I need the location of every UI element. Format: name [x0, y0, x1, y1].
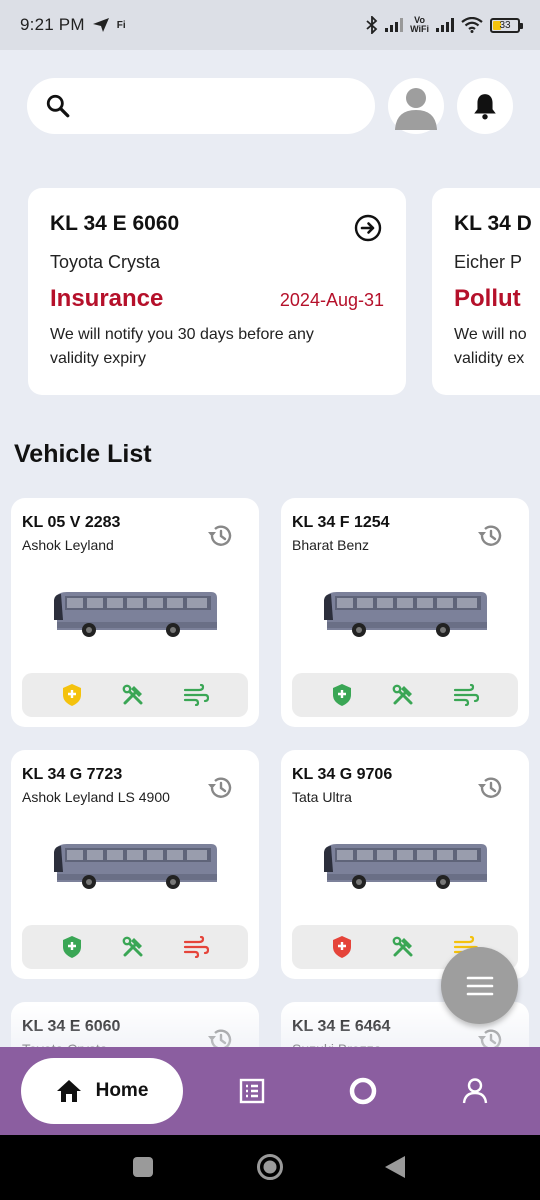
bus-image	[321, 842, 491, 897]
recents-icon[interactable]	[132, 1156, 154, 1178]
menu-icon	[466, 976, 493, 995]
system-navigation-bar	[0, 1135, 540, 1200]
bluetooth-icon	[366, 16, 378, 34]
pollution-wind-icon[interactable]	[183, 684, 209, 706]
vehicle-card[interactable]: KL 05 V 2283 Ashok Leyland	[11, 498, 259, 727]
history-icon[interactable]	[207, 524, 233, 553]
status-time: 9:21 PM	[20, 15, 85, 34]
reminder-plate: KL 34 E 6060	[50, 212, 180, 235]
service-tools-icon[interactable]	[391, 683, 415, 707]
nav-home[interactable]: Home	[21, 1058, 183, 1124]
user-icon	[462, 1078, 488, 1104]
notifications-button[interactable]	[457, 78, 513, 134]
signal-icon	[385, 18, 404, 32]
document-status-bar	[22, 673, 248, 717]
reminder-card[interactable]: KL 34 D Eicher P Pollut We will no valid…	[432, 188, 540, 395]
bus-image	[51, 590, 221, 645]
home-icon	[56, 1080, 81, 1102]
reminder-carousel[interactable]: KL 34 E 6060 Toyota Crysta Insurance 202…	[0, 188, 540, 396]
pollution-wind-icon[interactable]	[453, 684, 479, 706]
service-tools-icon[interactable]	[391, 935, 415, 959]
circle-icon	[349, 1077, 377, 1105]
search-bar[interactable]	[27, 78, 375, 134]
reminder-note: We will no validity ex	[454, 326, 527, 367]
reminder-card[interactable]: KL 34 E 6060 Toyota Crysta Insurance 202…	[28, 188, 406, 395]
nav-profile[interactable]	[459, 1075, 491, 1107]
home-system-icon[interactable]	[256, 1153, 284, 1181]
status-bar: 9:21 PM Fi Vo WiFi 33	[0, 0, 540, 50]
vehicle-card[interactable]: KL 34 G 9706 Tata Ultra	[281, 750, 529, 979]
search-input[interactable]	[81, 95, 341, 117]
vehicle-card[interactable]: KL 34 F 1254 Bharat Benz	[281, 498, 529, 727]
profile-button[interactable]	[388, 78, 444, 134]
history-icon[interactable]	[477, 776, 503, 805]
history-icon[interactable]	[207, 776, 233, 805]
reminder-note: We will notify you 30 days before any va…	[50, 326, 314, 367]
insurance-shield-icon[interactable]	[61, 683, 83, 707]
arrow-right-circle-icon[interactable]	[354, 214, 382, 247]
service-tools-icon[interactable]	[121, 935, 145, 959]
send-icon	[92, 18, 109, 32]
bus-image	[321, 590, 491, 645]
reminder-model: Toyota Crysta	[50, 252, 161, 272]
section-title: Vehicle List	[14, 440, 152, 468]
nav-list[interactable]	[236, 1075, 268, 1107]
document-status-bar	[292, 673, 518, 717]
vehicle-card[interactable]: KL 34 G 7723 Ashok Leyland LS 4900	[11, 750, 259, 979]
history-icon[interactable]	[477, 524, 503, 553]
carrier-tag: Fi	[116, 19, 126, 31]
reminder-document-type: Pollut	[454, 285, 521, 312]
bus-image	[51, 842, 221, 897]
reminder-document-type: Insurance	[50, 285, 164, 312]
pollution-wind-icon[interactable]	[183, 936, 209, 958]
vowifi-indicator: Vo WiFi	[410, 15, 429, 34]
insurance-shield-icon[interactable]	[331, 683, 353, 707]
list-icon	[239, 1078, 265, 1104]
reminder-model: Eicher P	[454, 252, 523, 272]
search-icon	[46, 94, 70, 118]
bottom-navigation: Home	[0, 1047, 540, 1135]
avatar-icon	[395, 88, 437, 130]
service-tools-icon[interactable]	[121, 683, 145, 707]
nav-home-label: Home	[95, 1080, 149, 1101]
signal-icon	[436, 18, 454, 32]
back-icon[interactable]	[384, 1155, 406, 1179]
wifi-icon	[461, 17, 483, 33]
menu-fab-button[interactable]	[441, 947, 518, 1024]
battery-level: 33	[499, 19, 511, 31]
reminder-plate: KL 34 D	[454, 212, 532, 235]
bell-icon	[474, 94, 496, 120]
insurance-shield-icon[interactable]	[331, 935, 353, 959]
battery-icon: 33	[490, 17, 523, 33]
insurance-shield-icon[interactable]	[61, 935, 83, 959]
document-status-bar	[22, 925, 248, 969]
nav-center[interactable]	[347, 1075, 379, 1107]
reminder-expiry-date: 2024-Aug-31	[279, 290, 384, 310]
